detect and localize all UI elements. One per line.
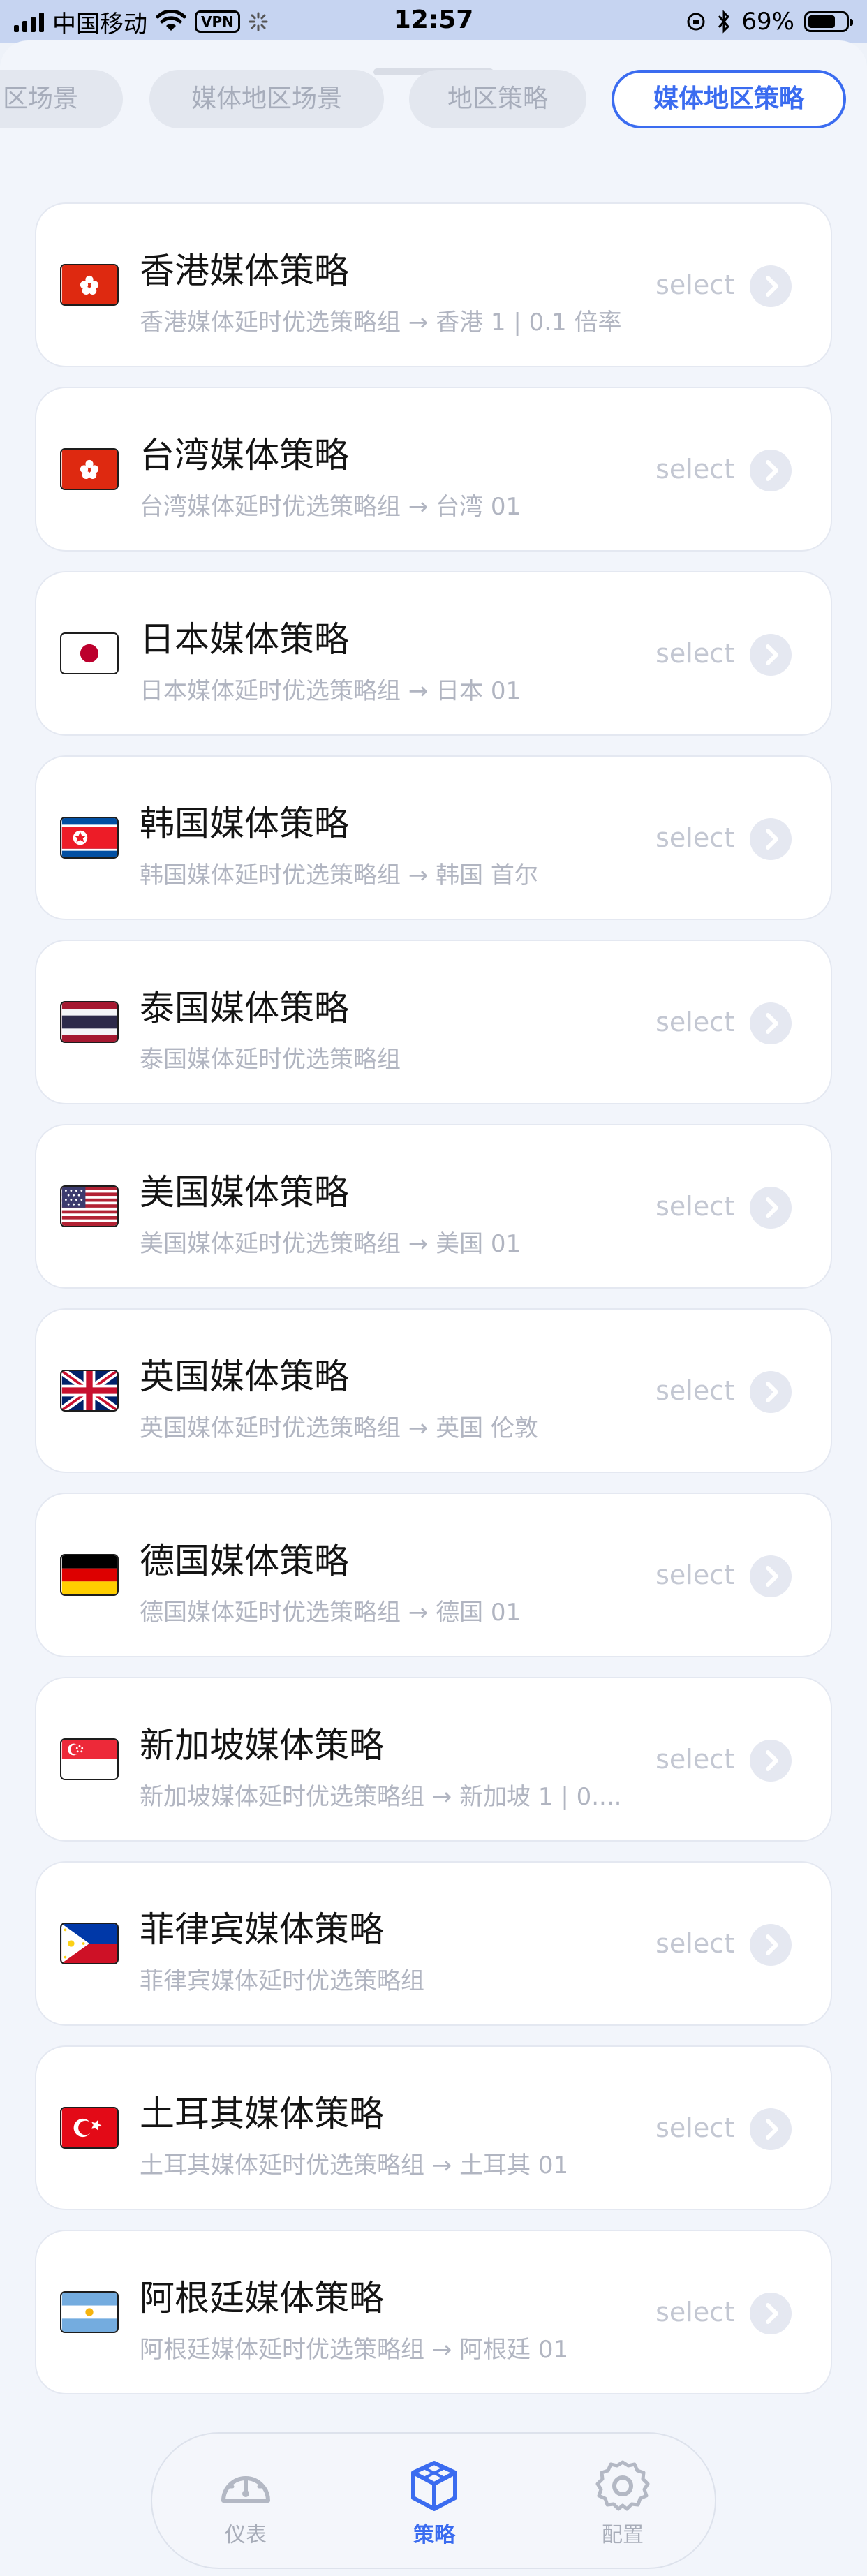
gear-icon	[595, 2460, 650, 2511]
select-label[interactable]: select	[655, 1191, 734, 1222]
tab-media-region-strategy[interactable]: 媒体地区策略	[612, 70, 846, 128]
card-title: 美国媒体策略	[140, 1172, 349, 1213]
singapore-flag-icon	[60, 1738, 119, 1780]
strategy-card[interactable]: 美国媒体策略 美国媒体延时优选策略组 → 美国 01 select	[35, 1124, 832, 1289]
nav-strategy[interactable]: 策略	[378, 2459, 490, 2548]
card-title: 阿根廷媒体策略	[140, 2278, 384, 2318]
card-title: 台湾媒体策略	[140, 435, 349, 475]
card-subtitle: 台湾媒体延时优选策略组 → 台湾 01	[140, 493, 521, 521]
card-title: 泰国媒体策略	[140, 988, 349, 1028]
chevron-right-icon[interactable]	[750, 1002, 792, 1044]
category-tabs: 区场景 媒体地区场景 地区策略 媒体地区策略	[0, 70, 867, 128]
turkey-flag-icon	[60, 2107, 119, 2149]
north-korea-flag-icon	[60, 817, 119, 859]
chevron-right-icon[interactable]	[750, 634, 792, 676]
japan-flag-icon	[60, 632, 119, 674]
hong-kong-flag-icon	[60, 264, 119, 306]
card-subtitle: 泰国媒体延时优选策略组	[140, 1046, 401, 1074]
select-label[interactable]: select	[655, 638, 734, 669]
battery-icon	[804, 11, 853, 32]
tab-region-scene[interactable]: 区场景	[0, 70, 123, 128]
germany-flag-icon	[60, 1554, 119, 1596]
nav-label: 策略	[413, 2523, 455, 2547]
card-subtitle: 美国媒体延时优选策略组 → 美国 01	[140, 1230, 521, 1258]
nav-label: 仪表	[225, 2523, 267, 2547]
strategy-card[interactable]: 德国媒体策略 德国媒体延时优选策略组 → 德国 01 select	[35, 1493, 832, 1657]
strategy-card[interactable]: 香港媒体策略 香港媒体延时优选策略组 → 香港 1 | 0.1 倍率 selec…	[35, 202, 832, 367]
chevron-right-icon[interactable]	[750, 1371, 792, 1413]
tab-media-region-scene[interactable]: 媒体地区场景	[149, 70, 384, 128]
card-subtitle: 阿根廷媒体延时优选策略组 → 阿根廷 01	[140, 2336, 569, 2364]
usa-flag-icon	[60, 1185, 119, 1227]
strategy-card[interactable]: 韩国媒体策略 韩国媒体延时优选策略组 → 韩国 首尔 select	[35, 755, 832, 920]
strategy-card[interactable]: 阿根廷媒体策略 阿根廷媒体延时优选策略组 → 阿根廷 01 select	[35, 2230, 832, 2394]
chevron-right-icon[interactable]	[750, 1924, 792, 1966]
card-title: 菲律宾媒体策略	[140, 1909, 384, 1950]
philippines-flag-icon	[60, 1923, 119, 1964]
card-subtitle: 菲律宾媒体延时优选策略组	[140, 1967, 424, 1995]
card-subtitle: 新加坡媒体延时优选策略组 → 新加坡 1 | 0....	[140, 1783, 622, 1811]
bottom-nav: 仪表 策略 配置	[151, 2432, 716, 2569]
chevron-right-icon[interactable]	[750, 1187, 792, 1229]
hong-kong-flag-icon	[60, 448, 119, 490]
card-title: 新加坡媒体策略	[140, 1725, 384, 1766]
bluetooth-icon	[718, 10, 730, 34]
battery-percent: 69%	[741, 8, 794, 36]
argentina-flag-icon	[60, 2291, 119, 2333]
strategy-card[interactable]: 新加坡媒体策略 新加坡媒体延时优选策略组 → 新加坡 1 | 0.... sel…	[35, 1677, 832, 1842]
select-label[interactable]: select	[655, 454, 734, 484]
strategy-card[interactable]: 土耳其媒体策略 土耳其媒体延时优选策略组 → 土耳其 01 select	[35, 2045, 832, 2210]
card-title: 香港媒体策略	[140, 251, 349, 291]
select-label[interactable]: select	[655, 1007, 734, 1037]
chevron-right-icon[interactable]	[750, 2108, 792, 2150]
nav-label: 配置	[602, 2523, 644, 2547]
card-title: 韩国媒体策略	[140, 804, 349, 844]
orientation-lock-icon	[687, 13, 705, 31]
card-title: 英国媒体策略	[140, 1356, 349, 1397]
card-subtitle: 英国媒体延时优选策略组 → 英国 伦敦	[140, 1414, 538, 1442]
select-label[interactable]: select	[655, 2112, 734, 2143]
status-bar: 中国移动 VPN 12:57 69%	[0, 0, 867, 43]
nav-dashboard[interactable]: 仪表	[190, 2459, 302, 2548]
card-title: 土耳其媒体策略	[140, 2094, 384, 2134]
select-label[interactable]: select	[655, 2297, 734, 2327]
chevron-right-icon[interactable]	[750, 1555, 792, 1597]
uk-flag-icon	[60, 1370, 119, 1412]
chevron-right-icon[interactable]	[750, 265, 792, 307]
thailand-flag-icon	[60, 1001, 119, 1043]
strategy-card[interactable]: 英国媒体策略 英国媒体延时优选策略组 → 英国 伦敦 select	[35, 1308, 832, 1473]
card-subtitle: 韩国媒体延时优选策略组 → 韩国 首尔	[140, 861, 538, 889]
strategy-card[interactable]: 泰国媒体策略 泰国媒体延时优选策略组 select	[35, 940, 832, 1104]
select-label[interactable]: select	[655, 1375, 734, 1406]
cube-icon	[411, 2461, 457, 2511]
card-subtitle: 日本媒体延时优选策略组 → 日本 01	[140, 677, 521, 705]
chevron-right-icon[interactable]	[750, 1740, 792, 1782]
chevron-right-icon[interactable]	[750, 2293, 792, 2334]
strategy-card[interactable]: 菲律宾媒体策略 菲律宾媒体延时优选策略组 select	[35, 1861, 832, 2026]
select-label[interactable]: select	[655, 269, 734, 300]
card-title: 日本媒体策略	[140, 619, 349, 660]
card-subtitle: 香港媒体延时优选策略组 → 香港 1 | 0.1 倍率	[140, 309, 622, 336]
strategy-card[interactable]: 台湾媒体策略 台湾媒体延时优选策略组 → 台湾 01 select	[35, 387, 832, 552]
card-subtitle: 土耳其媒体延时优选策略组 → 土耳其 01	[140, 2152, 569, 2179]
select-label[interactable]: select	[655, 822, 734, 853]
select-label[interactable]: select	[655, 1744, 734, 1775]
select-label[interactable]: select	[655, 1928, 734, 1959]
strategy-card[interactable]: 日本媒体策略 日本媒体延时优选策略组 → 日本 01 select	[35, 571, 832, 736]
chevron-right-icon[interactable]	[750, 450, 792, 491]
tab-region-strategy[interactable]: 地区策略	[409, 70, 586, 128]
card-title: 德国媒体策略	[140, 1541, 349, 1581]
nav-config[interactable]: 配置	[567, 2459, 679, 2548]
chevron-right-icon[interactable]	[750, 818, 792, 860]
select-label[interactable]: select	[655, 1560, 734, 1590]
card-subtitle: 德国媒体延时优选策略组 → 德国 01	[140, 1599, 521, 1627]
dashboard-icon	[221, 2476, 270, 2503]
